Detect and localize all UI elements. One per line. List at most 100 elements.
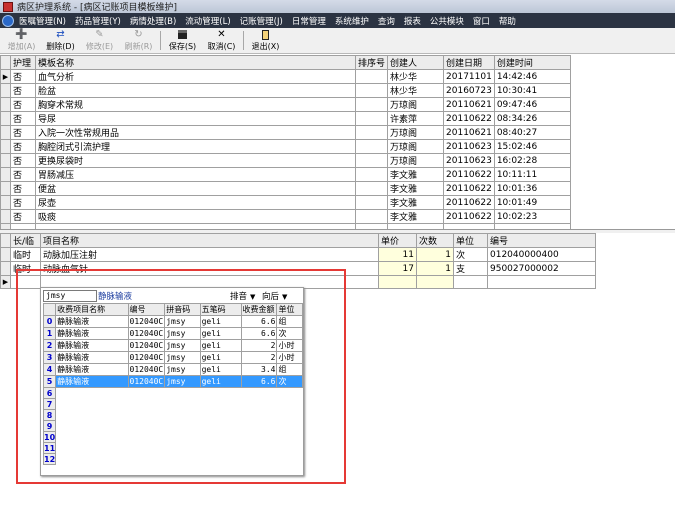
col-charge-code[interactable]: 编号 [127, 303, 166, 316]
cell-charge-name[interactable]: 静脉输液 [55, 327, 129, 340]
cell-time[interactable]: 08:40:27 [493, 125, 571, 140]
cell-time[interactable]: 10:01:49 [493, 195, 571, 210]
cell-time[interactable]: 10:30:41 [493, 83, 571, 98]
save-button[interactable]: 保存(S) [163, 28, 202, 53]
cell-price[interactable]: 11 [378, 247, 417, 262]
cell-time[interactable]: 14:42:46 [493, 69, 571, 84]
cell-care[interactable]: 否 [10, 69, 36, 84]
cell-date[interactable]: 20110623 [443, 153, 495, 168]
cell-item-name[interactable]: 动脉血气针 [40, 261, 379, 276]
col-create-time[interactable]: 创建时间 [493, 55, 571, 70]
menu-item-system[interactable]: 系统维护 [335, 15, 369, 27]
modify-button[interactable]: ✎ 修改(E) [80, 28, 119, 53]
col-type[interactable]: 长/临 [10, 233, 41, 248]
cell-date[interactable]: 20110621 [443, 97, 495, 112]
cell-time[interactable]: 10:11:11 [493, 167, 571, 182]
cell-name[interactable]: 血气分析 [35, 69, 356, 84]
cell-time[interactable]: 08:34:26 [493, 111, 571, 126]
cell-wubi[interactable]: geli [199, 363, 242, 376]
cell-creator[interactable]: 万琼阁 [387, 139, 445, 154]
cell-code[interactable]: 950027000002 [487, 261, 596, 276]
cell-creator[interactable]: 李文雅 [387, 209, 445, 224]
cell-type[interactable]: 临时 [10, 261, 41, 276]
template-row[interactable]: 否胃肠减压 李文雅 20110622 10:11:11 [0, 167, 571, 182]
cell-charge-name[interactable]: 静脉输液 [55, 375, 129, 388]
menu-item-orders[interactable]: 医嘱管理(N) [19, 15, 66, 27]
sort-dropdown[interactable]: 排音 ▼ [230, 290, 255, 302]
cell-creator[interactable]: 林少华 [387, 83, 445, 98]
col-count[interactable]: 次数 [416, 233, 454, 248]
cell-creator[interactable]: 许素萍 [387, 111, 445, 126]
cell-sort[interactable] [354, 153, 389, 168]
template-row[interactable]: 否入院一次性常规用品 万琼阁 20110621 08:40:27 [0, 125, 571, 140]
cell-sort[interactable] [354, 209, 389, 224]
template-row[interactable]: 否胸腔闭式引流护理 万琼阁 20110623 15:02:46 [0, 139, 571, 154]
cell-sort[interactable] [354, 97, 389, 112]
cell-count[interactable]: 1 [416, 261, 454, 276]
cell-charge-name[interactable]: 静脉输液 [55, 363, 129, 376]
cell-count[interactable]: 1 [416, 247, 454, 262]
cell-sort[interactable] [354, 195, 389, 210]
cell-charge-unit[interactable]: 次 [276, 375, 303, 388]
cell-charge-name[interactable]: 静脉输液 [55, 351, 129, 364]
col-code[interactable]: 编号 [487, 233, 596, 248]
cell-charge-code[interactable]: 012040C [127, 351, 166, 364]
exit-button[interactable]: 退出(X) [246, 28, 285, 53]
cell-charge-code[interactable]: 012040C [127, 327, 166, 340]
cell-time[interactable]: 10:01:36 [493, 181, 571, 196]
cell-date[interactable]: 20110622 [443, 167, 495, 182]
col-sort[interactable]: 排序号 [354, 55, 389, 70]
cell-sort[interactable] [354, 69, 389, 84]
new-row-cell[interactable] [10, 275, 41, 289]
col-amount[interactable]: 收费金额 [240, 303, 278, 316]
cell-charge-unit[interactable]: 组 [276, 363, 303, 376]
cell-sort[interactable] [354, 167, 389, 182]
cell-amount[interactable]: 3.4 [240, 363, 278, 376]
cell-charge-unit[interactable]: 小时 [276, 351, 303, 364]
cell-time[interactable]: 16:02:28 [493, 153, 571, 168]
lookup-row[interactable]: 5 静脉输液 012040C jmsy geli 6.6 次 [42, 375, 303, 388]
lookup-row[interactable]: 4 静脉输液 012040C jmsy geli 3.4 组 [42, 363, 303, 376]
cell-creator[interactable]: 万琼阁 [387, 97, 445, 112]
cell-pinyin[interactable]: jmsy [164, 351, 201, 364]
col-care[interactable]: 护理 [10, 55, 36, 70]
refresh-button[interactable]: ↻ 刷新(R) [119, 28, 158, 53]
cell-name[interactable]: 尿壶 [35, 195, 356, 210]
cell-date[interactable]: 20110623 [443, 139, 495, 154]
menu-item-daily[interactable]: 日常管理 [292, 15, 326, 27]
menu-item-window[interactable]: 窗口 [473, 15, 490, 27]
cell-creator[interactable]: 李文雅 [387, 195, 445, 210]
cell-care[interactable]: 否 [10, 111, 36, 126]
cell-pinyin[interactable]: jmsy [164, 339, 201, 352]
cell-code[interactable]: 012040000400 [487, 247, 596, 262]
lookup-row[interactable]: 2 静脉输液 012040C jmsy geli 2 小时 [42, 339, 303, 352]
cell-name[interactable]: 胃肠减压 [35, 167, 356, 182]
cell-date[interactable]: 20171101 [443, 69, 495, 84]
cell-amount[interactable]: 6.6 [240, 315, 278, 328]
cell-care[interactable]: 否 [10, 125, 36, 140]
menu-item-query[interactable]: 查询 [378, 15, 395, 27]
template-row[interactable]: 否脸盆 林少华 20160723 10:30:41 [0, 83, 571, 98]
cell-charge-name[interactable]: 静脉输液 [55, 339, 129, 352]
cell-date[interactable]: 20110622 [443, 181, 495, 196]
cell-charge-code[interactable]: 012040C [127, 315, 166, 328]
col-charge-unit[interactable]: 单位 [276, 303, 303, 316]
cell-type[interactable]: 临时 [10, 247, 41, 262]
cell-wubi[interactable]: geli [199, 315, 242, 328]
cell-name[interactable]: 胸穿术常规 [35, 97, 356, 112]
menu-item-public[interactable]: 公共模块 [430, 15, 464, 27]
add-button[interactable]: ➕ 增加(A) [2, 28, 41, 53]
cell-care[interactable]: 否 [10, 139, 36, 154]
cell-creator[interactable]: 李文雅 [387, 181, 445, 196]
template-row[interactable]: 否吸痰 李文雅 20110622 10:02:23 [0, 209, 571, 224]
cell-wubi[interactable]: geli [199, 375, 242, 388]
cell-time[interactable]: 15:02:46 [493, 139, 571, 154]
cell-amount[interactable]: 2 [240, 351, 278, 364]
cell-sort[interactable] [354, 139, 389, 154]
cell-sort[interactable] [354, 111, 389, 126]
cell-item-name[interactable]: 动脉加压注射 [40, 247, 379, 262]
col-creator[interactable]: 创建人 [387, 55, 445, 70]
cell-date[interactable]: 20160723 [443, 83, 495, 98]
template-row[interactable]: 否胸穿术常规 万琼阁 20110621 09:47:46 [0, 97, 571, 112]
menu-item-drugs[interactable]: 药品管理(Y) [75, 15, 121, 27]
